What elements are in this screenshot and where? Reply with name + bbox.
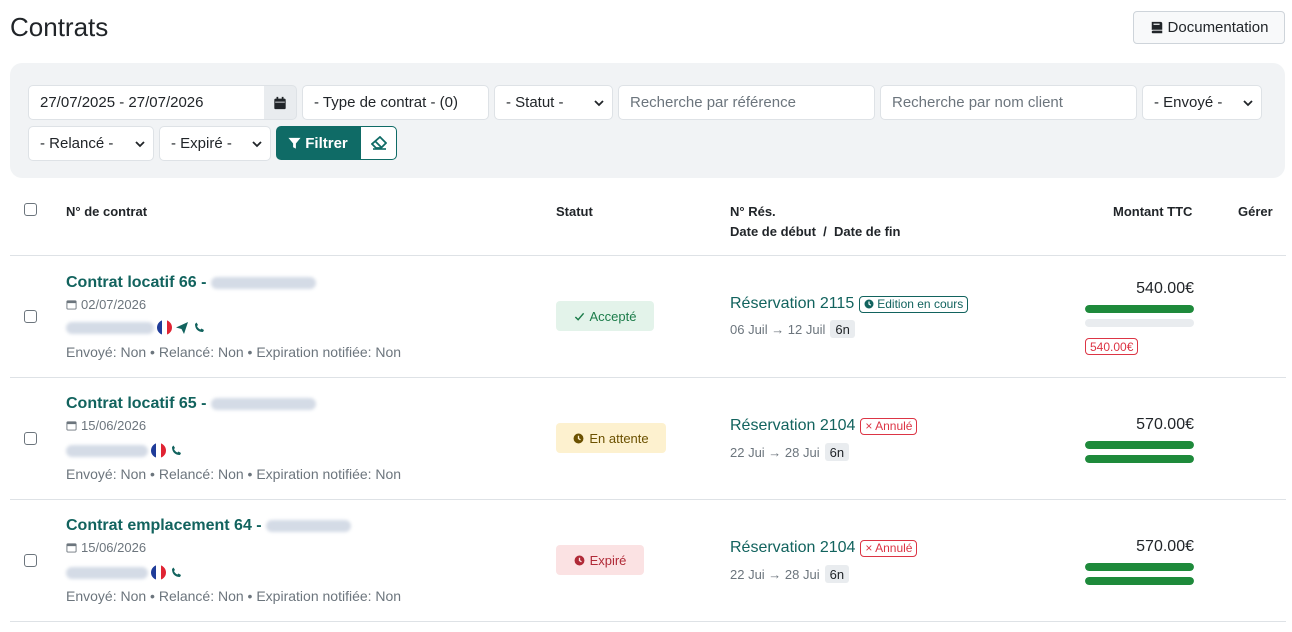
row-divider	[10, 377, 1286, 378]
contract-title-link[interactable]: Contrat locatif 66 -	[66, 274, 316, 292]
client-line	[66, 565, 183, 580]
funnel-icon	[288, 137, 301, 149]
page-title: Contrats	[10, 12, 109, 42]
sent-select[interactable]: - Envoyé -	[1142, 85, 1262, 120]
phone-icon[interactable]	[169, 566, 183, 580]
client-name-redacted	[66, 444, 148, 457]
phone-icon[interactable]	[169, 444, 183, 458]
status-badge: En attente	[556, 423, 666, 453]
send-icon[interactable]	[175, 321, 189, 335]
header-amount: Montant TTC	[1113, 204, 1193, 219]
amount: 570.00€	[1136, 416, 1194, 433]
client-name-redacted	[210, 276, 316, 289]
header-divider	[10, 255, 1286, 256]
reservation-status-tag: Edition en cours	[859, 295, 969, 313]
row-divider	[10, 621, 1286, 622]
contract-meta: Envoyé: Non • Relancé: Non • Expiration …	[66, 344, 402, 360]
reservation-link[interactable]: Réservation 2115 Edition en cours	[730, 295, 969, 313]
contract-title-link[interactable]: Contrat locatif 65 -	[66, 395, 316, 413]
client-line	[66, 443, 183, 458]
calendar-icon	[66, 543, 77, 553]
payment-progress-bar	[1085, 441, 1194, 449]
payment-progress-bar	[1085, 305, 1194, 313]
contract-meta: Envoyé: Non • Relancé: Non • Expiration …	[66, 466, 402, 482]
row-divider	[10, 499, 1286, 500]
chevron-down-icon	[1243, 99, 1253, 106]
nights-badge: 6n	[824, 443, 850, 461]
status-select[interactable]: - Statut -	[494, 85, 613, 120]
contract-date: 02/07/2026	[66, 297, 146, 312]
client-name-redacted	[266, 519, 352, 532]
status-badge: Expiré	[556, 545, 644, 575]
client-name-redacted	[66, 566, 148, 579]
contract-title-link[interactable]: Contrat emplacement 64 -	[66, 517, 352, 535]
clock-icon	[574, 555, 585, 565]
phone-icon[interactable]	[192, 321, 206, 335]
secondary-progress-bar	[1085, 455, 1194, 463]
client-name-redacted	[66, 321, 154, 334]
check-icon	[574, 312, 584, 321]
chevron-down-icon	[594, 99, 604, 106]
eraser-icon	[370, 136, 387, 150]
france-flag-icon	[157, 320, 172, 335]
reservation-link[interactable]: Réservation 2104 × Annulé	[730, 417, 918, 435]
calendar-button[interactable]	[264, 85, 297, 120]
secondary-progress-bar	[1085, 319, 1194, 327]
nights-badge: 6n	[824, 565, 850, 583]
header-status: Statut	[556, 204, 593, 219]
reservation-status-tag: × Annulé	[860, 417, 918, 435]
amount: 540.00€	[1136, 280, 1194, 297]
reservation-dates: 22 Jui → 28 Jui 6n	[730, 565, 850, 583]
row-checkbox[interactable]	[24, 432, 37, 445]
reservation-dates: 06 Juil → 12 Juil 6n	[730, 320, 855, 338]
reservation-status-tag: × Annulé	[860, 539, 918, 557]
documentation-label: Documentation	[1167, 19, 1269, 36]
reservation-dates: 22 Jui → 28 Jui 6n	[730, 443, 850, 461]
balance-due-tag: 540.00€	[1085, 338, 1139, 355]
header-manage: Gérer	[1238, 204, 1273, 219]
contract-meta: Envoyé: Non • Relancé: Non • Expiration …	[66, 588, 402, 604]
france-flag-icon	[151, 443, 166, 458]
search-reference-input[interactable]: Recherche par référence	[618, 85, 875, 120]
secondary-progress-bar	[1085, 577, 1194, 585]
header-dates: Date de début / Date de fin	[730, 224, 901, 239]
row-checkbox[interactable]	[24, 554, 37, 567]
calendar-icon	[66, 421, 77, 431]
france-flag-icon	[151, 565, 166, 580]
calendar-icon	[66, 300, 77, 310]
header-contract-number: N° de contrat	[66, 204, 148, 219]
contract-date: 15/06/2026	[66, 418, 146, 433]
client-line	[66, 320, 206, 335]
status-badge: Accepté	[556, 301, 654, 331]
book-icon	[1151, 21, 1162, 33]
filter-button[interactable]: Filtrer	[276, 126, 360, 160]
documentation-button[interactable]: Documentation	[1133, 11, 1285, 44]
clock-icon	[573, 433, 584, 443]
chevron-down-icon	[252, 140, 262, 147]
nights-badge: 6n	[830, 320, 855, 338]
header-reservation-number: N° Rés.	[730, 204, 776, 219]
reminded-select[interactable]: - Relancé -	[28, 126, 154, 161]
calendar-icon	[274, 96, 286, 109]
date-range-input[interactable]: 27/07/2025 - 27/07/2026	[28, 85, 265, 120]
chevron-down-icon	[135, 140, 145, 147]
clock-icon	[864, 299, 874, 309]
client-name-redacted	[210, 397, 316, 410]
contract-date: 15/06/2026	[66, 540, 146, 555]
select-all-checkbox[interactable]	[24, 203, 37, 216]
contract-type-dropdown[interactable]: - Type de contrat - (0)	[302, 85, 489, 120]
expired-select[interactable]: - Expiré -	[159, 126, 271, 161]
row-checkbox[interactable]	[24, 310, 37, 323]
search-client-input[interactable]: Recherche par nom client	[880, 85, 1137, 120]
reservation-link[interactable]: Réservation 2104 × Annulé	[730, 539, 918, 557]
payment-progress-bar	[1085, 563, 1194, 571]
amount: 570.00€	[1136, 538, 1194, 555]
clear-filters-button[interactable]	[360, 126, 397, 160]
